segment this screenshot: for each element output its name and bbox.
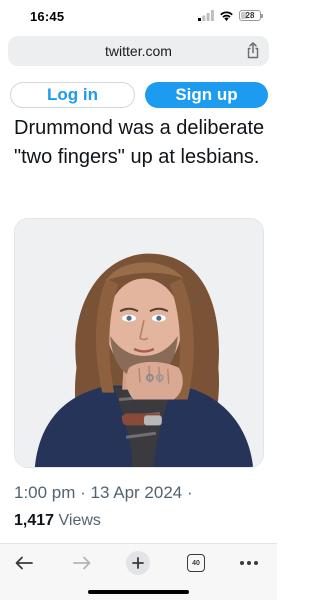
status-bar: 16:45 28	[0, 0, 277, 34]
more-button[interactable]	[236, 552, 262, 574]
share-icon[interactable]	[246, 42, 260, 59]
more-icon	[240, 561, 258, 565]
views-label: Views	[58, 512, 101, 529]
back-button[interactable]	[12, 552, 36, 574]
tweet-timestamp[interactable]: 1:00 pm · 13 Apr 2024 ·	[14, 483, 193, 503]
login-button[interactable]: Log in	[10, 82, 135, 108]
forward-button[interactable]	[70, 552, 94, 574]
portrait-image	[15, 219, 263, 467]
forward-arrow-icon	[73, 556, 91, 570]
auth-buttons: Log in Sign up	[10, 82, 268, 108]
tabs-button[interactable]: 40	[184, 552, 208, 574]
status-time: 16:45	[30, 9, 65, 24]
tweet-photo[interactable]	[14, 218, 264, 468]
signal-icon	[198, 10, 214, 21]
address-bar[interactable]: twitter.com	[8, 36, 269, 66]
tweet-views: 1,417 Views	[14, 512, 101, 530]
battery-level: 28	[245, 11, 255, 20]
wifi-icon	[220, 11, 233, 21]
back-arrow-icon	[15, 556, 33, 570]
battery-icon: 28	[239, 10, 263, 21]
home-indicator	[88, 590, 189, 594]
new-tab-button[interactable]	[124, 551, 152, 575]
tweet-text: Drummond was a deliberate "two fingers" …	[14, 117, 265, 168]
page: 16:45 28 twitter.com Log in Sign up Drum…	[0, 0, 277, 600]
views-count: 1,417	[14, 512, 55, 529]
tabs-icon: 40	[187, 554, 205, 572]
plus-icon	[132, 557, 144, 569]
signup-button[interactable]: Sign up	[145, 82, 268, 108]
status-icons: 28	[198, 10, 263, 21]
address-url[interactable]: twitter.com	[8, 43, 269, 59]
